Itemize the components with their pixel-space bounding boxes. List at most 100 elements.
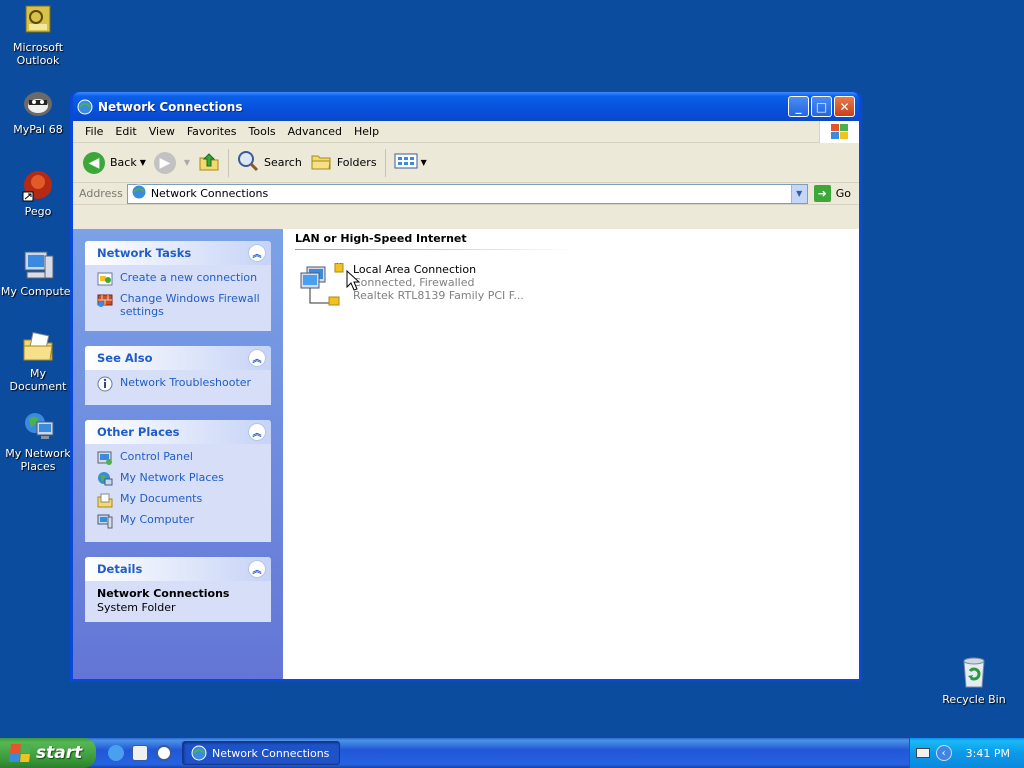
address-dropdown-icon[interactable]: ▼ <box>790 184 807 203</box>
start-button[interactable]: start <box>0 738 96 768</box>
desktop-icon-my-network-places[interactable]: My Network Places <box>0 410 76 473</box>
mypal-icon <box>21 86 55 120</box>
panel-header[interactable]: Details ︽ <box>85 557 271 581</box>
menu-tools[interactable]: Tools <box>243 125 282 138</box>
up-folder-button[interactable] <box>194 147 224 179</box>
file-list-pane: LAN or High-Speed Internet Local Area Co… <box>283 229 859 679</box>
desktop-icon-recycle-bin[interactable]: Recycle Bin <box>936 656 1012 706</box>
collapse-icon[interactable]: ︽ <box>248 560 266 578</box>
place-my-computer[interactable]: My Computer <box>97 513 263 529</box>
go-button[interactable]: ➜ Go <box>808 185 859 202</box>
desktop-icon-my-documents[interactable]: My Document <box>0 330 76 393</box>
toolbar-separator <box>384 148 386 177</box>
media-player-icon[interactable] <box>156 745 172 761</box>
place-label: Control Panel <box>120 450 193 463</box>
connection-device: Realtek RTL8139 Family PCI F... <box>353 289 524 302</box>
recycle-bin-icon <box>957 656 991 690</box>
menu-help[interactable]: Help <box>348 125 385 138</box>
outlook-express-icon[interactable] <box>132 745 148 761</box>
details-panel: Details ︽ Network Connections System Fol… <box>85 557 271 622</box>
desktop-icon-outlook[interactable]: Microsoft Outlook <box>0 4 76 67</box>
window-titlebar[interactable]: Network Connections _ □ ✕ <box>73 92 859 121</box>
collapse-icon[interactable]: ︽ <box>248 423 266 441</box>
back-label: Back <box>110 156 137 169</box>
views-button[interactable]: ▼ <box>390 147 431 179</box>
back-button[interactable]: ◀ Back ▼ <box>79 147 150 179</box>
connection-name: Local Area Connection <box>353 263 477 276</box>
place-my-network-places[interactable]: My Network Places <box>97 471 263 487</box>
maximize-button[interactable]: □ <box>811 96 832 117</box>
task-pane: Network Tasks ︽ Create a new connection <box>73 229 283 679</box>
views-dropdown-icon: ▼ <box>420 158 427 167</box>
local-area-connection-item[interactable]: Local Area Connection Connected, Firewal… <box>299 261 524 313</box>
panel-title: Details <box>97 562 143 576</box>
up-folder-icon <box>198 150 220 175</box>
network-tasks-panel: Network Tasks ︽ Create a new connection <box>85 241 271 331</box>
windows-logo-icon <box>9 744 31 762</box>
views-icon <box>394 152 418 173</box>
panel-header[interactable]: See Also ︽ <box>85 346 271 370</box>
network-connections-icon <box>191 745 207 761</box>
keyboard-icon[interactable] <box>915 748 930 758</box>
menu-advanced[interactable]: Advanced <box>282 125 348 138</box>
task-network-troubleshooter[interactable]: Network Troubleshooter <box>97 376 263 392</box>
minimize-button[interactable]: _ <box>788 96 809 117</box>
place-label: My Computer <box>120 513 195 526</box>
place-my-documents[interactable]: My Documents <box>97 492 263 508</box>
forward-dropdown-icon[interactable]: ▼ <box>184 158 190 167</box>
search-icon <box>237 150 259 175</box>
menu-edit[interactable]: Edit <box>109 125 142 138</box>
address-input[interactable]: Network Connections ▼ <box>126 183 808 204</box>
my-documents-icon <box>21 330 55 364</box>
control-panel-icon <box>97 450 113 466</box>
task-label: Network Troubleshooter <box>120 376 252 389</box>
details-type: System Folder <box>97 601 176 614</box>
clock[interactable]: 3:41 PM <box>966 747 1010 760</box>
task-label: Change Windows Firewall settings <box>120 292 260 318</box>
desktop-icon-label: My Computer <box>0 285 76 298</box>
info-icon <box>97 376 113 392</box>
minimize-icon: _ <box>795 99 802 114</box>
panel-header[interactable]: Other Places ︽ <box>85 420 271 444</box>
pego-icon <box>21 168 55 202</box>
show-hidden-icons-icon[interactable]: ‹ <box>935 745 952 761</box>
network-connections-window: Network Connections _ □ ✕ File Edit View… <box>70 92 862 682</box>
back-dropdown-icon[interactable]: ▼ <box>140 158 146 167</box>
search-button[interactable]: Search <box>233 147 306 179</box>
menu-bar: File Edit View Favorites Tools Advanced … <box>73 121 859 143</box>
menu-view[interactable]: View <box>143 125 181 138</box>
close-button[interactable]: ✕ <box>834 96 855 117</box>
start-label: start <box>36 743 83 763</box>
my-computer-icon <box>97 513 113 529</box>
collapse-icon[interactable]: ︽ <box>248 349 266 367</box>
forward-button[interactable]: ▶ ▼ <box>150 147 194 179</box>
task-create-new-connection[interactable]: Create a new connection <box>97 271 263 287</box>
network-connection-icon <box>299 261 349 313</box>
desktop-icon-my-computer[interactable]: My Computer <box>0 248 76 298</box>
system-tray: ‹ 3:41 PM <box>908 738 1024 768</box>
connection-status: Connected, Firewalled <box>353 276 475 289</box>
taskbar-button-network-connections[interactable]: Network Connections <box>182 741 340 765</box>
panel-title: See Also <box>97 351 153 365</box>
go-arrow-icon: ➜ <box>813 185 831 202</box>
taskbar-button-label: Network Connections <box>212 746 330 760</box>
desktop-icon-mypal[interactable]: MyPal 68 <box>0 86 76 136</box>
network-connections-icon <box>131 184 147 203</box>
desktop-icon-label: Microsoft Outlook <box>12 41 64 67</box>
desktop-icon-label: My Network Places <box>5 447 71 473</box>
desktop-icon-label: Recycle Bin <box>942 693 1006 706</box>
desktop-icon-label: Pego <box>24 205 52 218</box>
menu-file[interactable]: File <box>79 125 109 138</box>
desktop-icon-pego[interactable]: Pego <box>0 168 76 218</box>
folders-button[interactable]: Folders <box>306 147 381 179</box>
panel-title: Other Places <box>97 425 180 439</box>
collapse-icon[interactable]: ︽ <box>248 244 266 262</box>
internet-explorer-icon[interactable] <box>108 745 124 761</box>
menu-favorites[interactable]: Favorites <box>181 125 243 138</box>
panel-header[interactable]: Network Tasks ︽ <box>85 241 271 265</box>
panel-title: Network Tasks <box>97 246 192 260</box>
group-header: LAN or High-Speed Internet <box>295 232 847 250</box>
place-control-panel[interactable]: Control Panel <box>97 450 263 466</box>
task-label: Create a new connection <box>120 271 258 284</box>
task-change-firewall-settings[interactable]: Change Windows Firewall settings <box>97 292 263 318</box>
